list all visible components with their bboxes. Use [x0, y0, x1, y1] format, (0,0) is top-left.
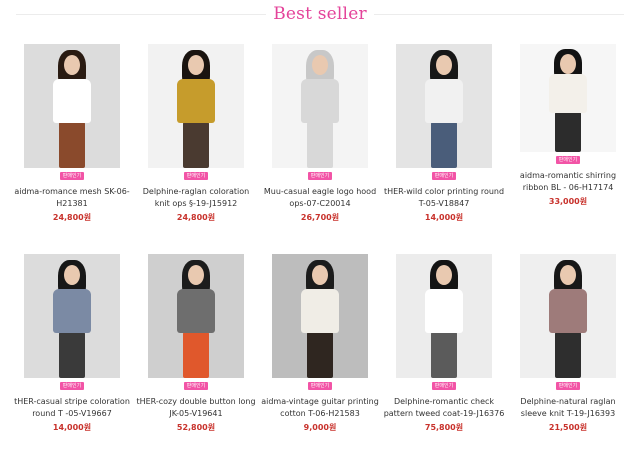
popular-badge: 판매인기	[59, 172, 85, 180]
product-photo[interactable]	[272, 44, 368, 168]
product-card[interactable]: 판매인기 aidma-vintage guitar printing cotton…	[258, 254, 382, 454]
product-name-link[interactable]: aidma-vintage guitar printing cotton T-0…	[259, 396, 381, 420]
product-photo[interactable]	[24, 44, 120, 168]
product-card[interactable]: 판매인기 Delphine-romantic check pattern twee…	[382, 254, 506, 454]
product-price: 52,800원	[176, 423, 216, 432]
product-name-link[interactable]: aidma-romantic shirring ribbon BL - 06-H…	[507, 170, 629, 194]
popular-badge: 판매인기	[431, 382, 457, 390]
product-price: 9,000원	[303, 423, 337, 432]
product-name-link[interactable]: Muu-casual eagle logo hood ops-07-C20014	[259, 186, 381, 210]
product-photo[interactable]	[520, 254, 616, 378]
best-seller-header: Best seller	[0, 0, 640, 30]
product-photo[interactable]	[24, 254, 120, 378]
product-name-link[interactable]: Delphine-romantic check pattern tweed co…	[383, 396, 505, 420]
product-grid: 판매인기 aidma-romance mesh SK-06-H21381 24,80…	[10, 44, 630, 454]
product-row-1: 판매인기 aidma-romance mesh SK-06-H21381 24,80…	[10, 44, 630, 244]
product-card[interactable]: 판매인기 aidma-romantic shirring ribbon BL - …	[506, 44, 630, 244]
product-card[interactable]: 판매인기 Delphine-raglan coloration knit ops …	[134, 44, 258, 244]
product-price: 21,500원	[548, 423, 588, 432]
product-card[interactable]: 판매인기 Muu-casual eagle logo hood ops-07-C2…	[258, 44, 382, 244]
product-name-link[interactable]: tHER-wild color printing round T-05-V188…	[383, 186, 505, 210]
popular-badge: 판매인기	[307, 382, 333, 390]
product-name-link[interactable]: tHER-cozy double button long JK-05-V1964…	[135, 396, 257, 420]
popular-badge: 판매인기	[183, 382, 209, 390]
popular-badge: 판매인기	[183, 172, 209, 180]
product-price: 26,700원	[300, 213, 340, 222]
product-name-link[interactable]: Delphine-raglan coloration knit ops §-19…	[135, 186, 257, 210]
product-card[interactable]: 판매인기 tHER-cozy double button long JK-05-V…	[134, 254, 258, 454]
product-name-link[interactable]: tHER-casual stripe coloration round T -0…	[11, 396, 133, 420]
popular-badge: 판매인기	[431, 172, 457, 180]
product-price: 75,800원	[424, 423, 464, 432]
product-name-link[interactable]: Delphine-natural raglan sleeve knit T-19…	[507, 396, 629, 420]
popular-badge: 판매인기	[555, 156, 581, 164]
product-card[interactable]: 판매인기 tHER-wild color printing round T-05-…	[382, 44, 506, 244]
product-price: 24,800원	[52, 213, 92, 222]
product-price: 14,000원	[424, 213, 464, 222]
product-price: 33,000원	[548, 197, 588, 206]
product-photo[interactable]	[396, 254, 492, 378]
product-photo[interactable]	[148, 44, 244, 168]
section-title: Best seller	[273, 4, 367, 24]
product-card[interactable]: 판매인기 Delphine-natural raglan sleeve knit …	[506, 254, 630, 454]
product-name-link[interactable]: aidma-romance mesh SK-06-H21381	[11, 186, 133, 210]
product-price: 24,800원	[176, 213, 216, 222]
product-photo[interactable]	[272, 254, 368, 378]
product-card[interactable]: 판매인기 aidma-romance mesh SK-06-H21381 24,80…	[10, 44, 134, 244]
popular-badge: 판매인기	[307, 172, 333, 180]
product-photo[interactable]	[520, 44, 616, 152]
product-photo[interactable]	[148, 254, 244, 378]
popular-badge: 판매인기	[555, 382, 581, 390]
product-card[interactable]: 판매인기 tHER-casual stripe coloration round …	[10, 254, 134, 454]
product-row-2: 판매인기 tHER-casual stripe coloration round …	[10, 254, 630, 454]
popular-badge: 판매인기	[59, 382, 85, 390]
product-price: 14,000원	[52, 423, 92, 432]
product-photo[interactable]	[396, 44, 492, 168]
